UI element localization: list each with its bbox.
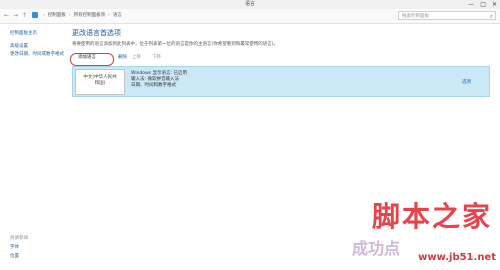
- breadcrumb-all-items[interactable]: 所有控制面板项: [74, 13, 106, 18]
- maximize-button[interactable]: □: [480, 0, 486, 9]
- sidebar-item-location[interactable]: 位置: [10, 253, 19, 259]
- page-title: 更改语言首选项: [72, 29, 121, 37]
- search-input[interactable]: 搜索控制面板 ⌕: [398, 11, 496, 20]
- window-controls: — □ ✕: [468, 0, 497, 9]
- control-panel-icon: [32, 12, 38, 18]
- breadcrumb[interactable]: › 控制面板 › 所有控制面板项 › 语言: [40, 11, 122, 21]
- watermark-url: www.jb51.net: [418, 252, 496, 263]
- address-bar: ← → ↑ › 控制面板 › 所有控制面板项 › 语言 搜索控制面板 ⌕: [0, 9, 500, 24]
- language-name: 中文(中华人民共 和国): [78, 75, 122, 87]
- up-arrow-icon[interactable]: ↑: [22, 11, 27, 21]
- close-button[interactable]: ✕: [492, 0, 497, 9]
- language-details: Windows 显示语言: 已启用 输入法: 微软拼音输入法 日期、时间和数字格…: [131, 71, 187, 89]
- move-up-button[interactable]: 上移: [132, 54, 141, 62]
- language-list-item[interactable]: 中文(中华人民共 和国) Windows 显示语言: 已启用 输入法: 微软拼音…: [72, 66, 490, 97]
- sidebar-item-home[interactable]: 控制面板主页: [10, 30, 37, 36]
- watermark: 成功点 脚本之家 www.jb51.net: [352, 195, 498, 267]
- language-options-link[interactable]: 选项: [462, 79, 471, 85]
- sidebar-item-fonts[interactable]: 字体: [10, 244, 19, 250]
- window-title: 语言: [244, 1, 255, 7]
- add-language-button[interactable]: 添加语言: [78, 54, 96, 62]
- forward-arrow-icon[interactable]: →: [13, 11, 18, 21]
- breadcrumb-control-panel[interactable]: 控制面板: [48, 13, 66, 18]
- move-down-button[interactable]: 下移: [152, 54, 161, 62]
- watermark-site-name: 脚本之家: [371, 200, 492, 233]
- language-name-line2: 和国): [94, 81, 106, 86]
- page-description: 将要使用的语言添加到此列表中，位于列表第一位的语言是你的主语言(你希望看到和最常…: [72, 42, 279, 47]
- remove-button[interactable]: 删除: [118, 54, 127, 62]
- search-placeholder: 搜索控制面板: [402, 14, 429, 19]
- sidebar: 控制面板主页 高级设置 更改日期、时间或数字格式 另请参阅 字体 位置: [0, 24, 70, 270]
- see-also-heading: 另请参阅: [10, 236, 28, 241]
- search-icon[interactable]: ⌕: [490, 12, 493, 21]
- date-time-format: 日期、时间和数字格式: [131, 83, 176, 88]
- minimize-button[interactable]: —: [468, 0, 474, 9]
- language-tile[interactable]: 中文(中华人民共 和国): [75, 69, 125, 95]
- back-arrow-icon[interactable]: ←: [4, 11, 9, 21]
- breadcrumb-language[interactable]: 语言: [113, 13, 122, 18]
- watermark-ghost-text: 成功点: [352, 239, 401, 258]
- sidebar-item-date-format[interactable]: 更改日期、时间或数字格式: [10, 51, 64, 57]
- sidebar-item-advanced[interactable]: 高级设置: [10, 43, 28, 49]
